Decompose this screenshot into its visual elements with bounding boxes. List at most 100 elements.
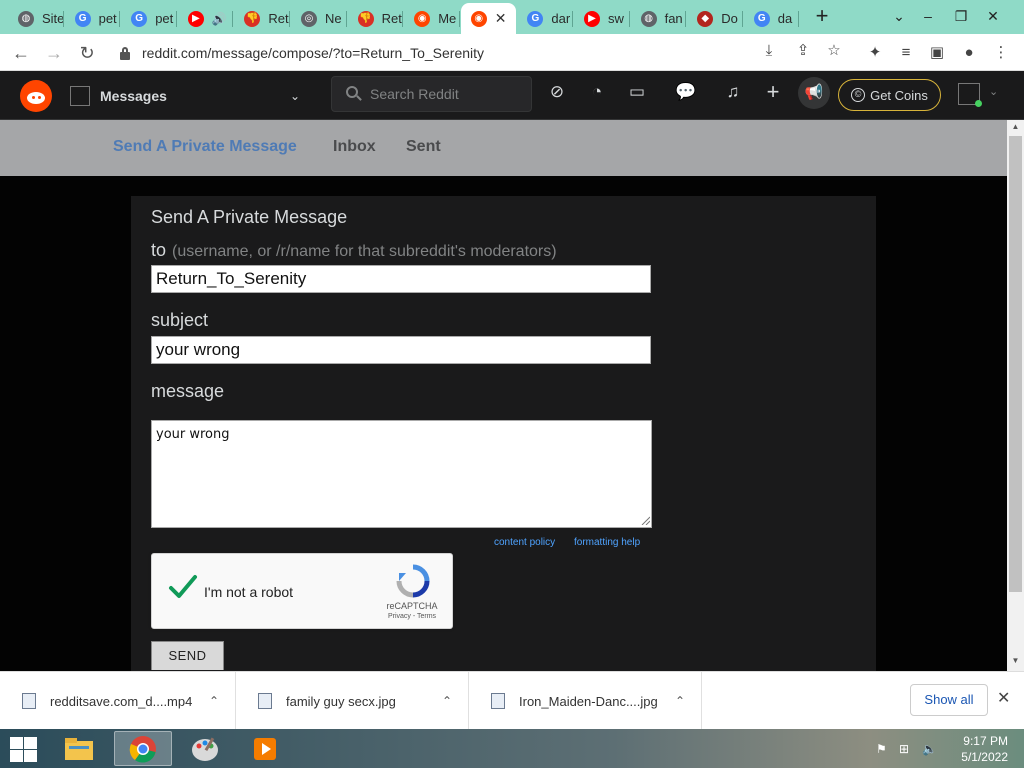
scroll-down-arrow-icon[interactable]: ▼ [1007,656,1024,668]
share-icon[interactable]: ⇪ [792,40,814,62]
resize-grip-icon[interactable] [640,515,650,525]
lock-icon[interactable] [118,46,132,60]
tab-title: Ne [325,11,342,26]
user-menu-chevron-icon[interactable]: ⌄ [989,85,998,98]
install-app-icon[interactable]: ⤓ [758,40,780,62]
chat-icon[interactable]: 💬 [674,80,698,104]
tab-send-private-message[interactable]: Send A Private Message [113,138,297,156]
paint-app-icon[interactable] [176,731,234,766]
forward-arrow-icon[interactable]: → [41,40,67,66]
to-field[interactable]: Return_To_Serenity [151,265,651,293]
tab-separator [571,11,573,27]
browser-tab[interactable]: ◆ Do [687,3,743,34]
browser-tab[interactable]: ◍ fan [631,3,687,34]
globe-icon: ◍ [18,10,34,27]
media-player-icon[interactable] [236,731,294,766]
profile-icon[interactable]: ● [958,42,980,64]
volume-muted-icon[interactable]: 🔈 [922,742,937,756]
browser-tab[interactable]: Gda [744,3,800,34]
flag-notification-icon[interactable]: ⚑ [876,742,887,756]
message-textarea[interactable]: your wrong [151,420,652,528]
download-item[interactable]: redditsave.com_d....mp4 ⌃ [0,672,236,730]
extensions-puzzle-icon[interactable]: ✦ [864,42,886,64]
scroll-thumb[interactable] [1009,136,1022,592]
recaptcha-widget: I'm not a robot reCAPTCHA Privacy - Term… [151,553,453,629]
reddit-icon: ◉ [414,10,431,27]
network-icon[interactable]: ⊞ [899,742,909,756]
tab-title: Site [42,11,64,26]
notifications-bell-icon[interactable]: ♫ [721,80,745,104]
download-filename: redditsave.com_d....mp4 [50,693,193,709]
new-tab-button[interactable]: + [810,4,834,30]
chevron-up-icon[interactable]: ⌃ [209,694,219,708]
captcha-label: I'm not a robot [204,584,294,600]
browser-tab[interactable]: 👎 Ret [348,3,404,34]
browser-tab[interactable]: Gpet [121,3,177,34]
close-downloads-icon[interactable]: ✕ [997,688,1010,708]
chevron-up-icon[interactable]: ⌃ [675,694,685,708]
chrome-taskbar-icon[interactable] [114,731,172,766]
thumbs-down-icon: 👎 [357,10,374,27]
restore-window-button[interactable]: ❐ [946,2,976,30]
search-bar[interactable] [331,76,532,112]
online-status-dot [975,100,982,107]
chrome-menu-icon[interactable]: ⋮ [990,42,1012,64]
tab-sent[interactable]: Sent [406,138,441,156]
google-icon: G [527,10,544,27]
system-clock[interactable]: 9:17 PM 5/1/2022 [952,733,1008,765]
rpan-video-icon[interactable]: ▭ [625,80,649,104]
close-tab-icon[interactable]: ✕ [495,10,507,27]
page-scrollbar[interactable]: ▲ ▼ [1007,120,1024,671]
reddit-header: Messages ⌄ ⊘ ◔ ▭ 💬 ♫ + 📢 © Get Coins ⌄ [0,71,1024,120]
google-icon: G [753,10,770,27]
browser-tab[interactable]: ▶ 🔊 [178,3,234,34]
get-coins-button[interactable]: © Get Coins [838,79,941,111]
recaptcha-terms-link[interactable]: Privacy - Terms [372,613,452,620]
address-bar[interactable]: reddit.com/message/compose/?to=Return_To… [110,39,855,67]
content-policy-link[interactable]: content policy [494,537,555,548]
audio-playing-icon[interactable]: 🔊 [212,12,227,26]
scroll-up-arrow-icon[interactable]: ▲ [1007,122,1024,134]
download-item[interactable]: family guy secx.jpg ⌃ [236,672,469,730]
checkmark-icon[interactable] [168,572,198,602]
reddit-logo-icon[interactable] [20,80,52,112]
minimize-window-button[interactable]: – [913,2,943,30]
tab-title: Me [438,11,457,26]
popular-icon[interactable]: ⊘ [545,80,569,104]
browser-tab[interactable]: Gpet [65,3,121,34]
browser-tab[interactable]: Gdar [517,3,573,34]
browser-tab[interactable]: ◉ Me [404,3,460,34]
browser-tab[interactable]: ◎ Ne [291,3,347,34]
back-arrow-icon[interactable]: ← [8,40,34,66]
close-window-button[interactable]: ✕ [978,2,1008,30]
side-panel-icon[interactable]: ▣ [926,42,948,64]
browser-tab[interactable]: ◉ ✕ [460,3,517,34]
url-text[interactable]: reddit.com/message/compose/?to=Return_To… [142,45,484,61]
formatting-help-link[interactable]: formatting help [574,537,640,548]
windows-start-icon[interactable] [8,735,38,763]
subject-field[interactable]: your wrong [151,336,651,364]
advertise-megaphone-icon[interactable]: 📢 [798,77,830,109]
chevron-up-icon[interactable]: ⌃ [442,694,452,708]
browser-tab[interactable]: ▶ sw [574,3,630,34]
browser-tab[interactable]: ◍ Site [8,3,64,34]
tab-search-chevron-icon[interactable]: ⌄ [884,2,914,30]
media-controls-icon[interactable]: ≡ [895,42,917,64]
search-input[interactable] [370,86,520,102]
create-post-plus-icon[interactable]: + [761,80,785,104]
bookmark-star-icon[interactable]: ☆ [823,40,845,62]
download-item[interactable]: Iron_Maiden-Danc....jpg ⌃ [469,672,702,730]
google-icon: G [131,10,148,27]
file-explorer-icon[interactable] [50,731,108,766]
community-switcher[interactable]: Messages ⌄ [70,79,306,113]
browser-tab[interactable]: 👎 Ret [234,3,290,34]
show-all-downloads-button[interactable]: Show all [910,684,988,716]
tab-separator [345,11,347,27]
tab-title: fan [664,11,683,26]
tab-inbox[interactable]: Inbox [333,138,376,156]
chevron-down-icon: ⌄ [289,89,300,103]
all-stats-icon[interactable]: ◔ [585,80,609,104]
send-button[interactable]: SEND [151,641,224,670]
reload-icon[interactable]: ↻ [74,40,100,66]
tab-separator [175,11,177,27]
